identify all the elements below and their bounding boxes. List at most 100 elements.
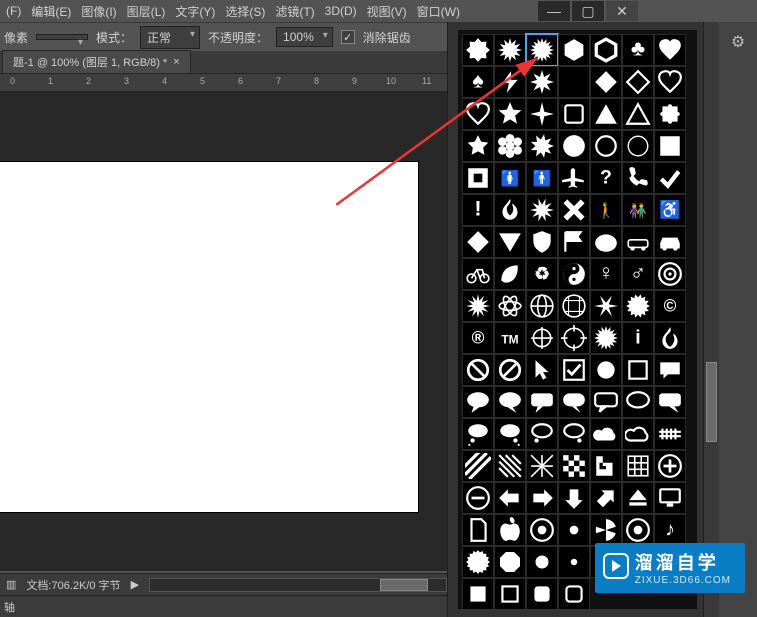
shape-moon[interactable] <box>558 66 590 98</box>
shape-car-o[interactable] <box>622 226 654 258</box>
menu-view[interactable]: 视图(V) <box>367 3 407 20</box>
shape-bubble3[interactable] <box>494 386 526 418</box>
shape-doc[interactable] <box>462 514 494 546</box>
shape-info-i[interactable]: i <box>622 322 654 354</box>
shape-heart-o[interactable] <box>654 66 686 98</box>
shape-circle-minus[interactable] <box>462 482 494 514</box>
shape-bubble7[interactable] <box>622 386 654 418</box>
shape-yinyang[interactable] <box>558 258 590 290</box>
panel-scrollbar[interactable] <box>703 22 719 617</box>
shape-blob2[interactable] <box>590 226 622 258</box>
shape-oct[interactable] <box>494 546 526 578</box>
shape-splash[interactable] <box>526 194 558 226</box>
shape-badge[interactable] <box>622 290 654 322</box>
menu-3d[interactable]: 3D(D) <box>325 4 357 18</box>
document-tab[interactable]: 题-1 @ 100% (图层 1, RGB/8) * × <box>2 50 191 73</box>
shape-arrow-r[interactable] <box>526 482 558 514</box>
shape-bubble[interactable] <box>654 354 686 386</box>
shape-diamond[interactable] <box>590 66 622 98</box>
shape-asterisk[interactable] <box>590 290 622 322</box>
shape-radio[interactable] <box>622 514 654 546</box>
shape-heart-line[interactable] <box>462 98 494 130</box>
document-tab-close-icon[interactable]: × <box>173 56 179 68</box>
shape-sun3[interactable] <box>590 322 622 354</box>
horizontal-scrollbar[interactable] <box>149 578 447 592</box>
shape-spade[interactable]: ♠ <box>462 66 494 98</box>
shape-blob[interactable] <box>462 34 494 66</box>
shape-cloud2[interactable] <box>622 418 654 450</box>
minimize-button[interactable]: — <box>537 0 571 22</box>
shape-circle-o[interactable] <box>590 130 622 162</box>
shape-sparkle[interactable] <box>526 98 558 130</box>
shape-grid-o[interactable] <box>558 290 590 322</box>
shape-target2[interactable] <box>526 514 558 546</box>
shape-rail[interactable] <box>654 418 686 450</box>
shape-cloud[interactable] <box>590 418 622 450</box>
shape-flame[interactable] <box>494 194 526 226</box>
menu-filter[interactable]: 滤镜(T) <box>275 3 314 20</box>
shape-dot[interactable] <box>558 514 590 546</box>
play-icon[interactable]: ▶ <box>131 578 139 591</box>
shape-checkbox[interactable] <box>558 354 590 386</box>
shape-plane[interactable] <box>558 162 590 194</box>
shape-xmark[interactable] <box>558 194 590 226</box>
shape-star5[interactable] <box>494 98 526 130</box>
shape-pc[interactable] <box>654 482 686 514</box>
scrollbar-thumb[interactable] <box>706 362 717 442</box>
shape-think4[interactable] <box>558 418 590 450</box>
shape-no2[interactable] <box>494 354 526 386</box>
shape-hexring[interactable] <box>590 34 622 66</box>
shape-cursor[interactable] <box>526 354 558 386</box>
shape-circle-thin[interactable] <box>622 130 654 162</box>
shape-bubble2[interactable] <box>462 386 494 418</box>
scrollbar-thumb[interactable] <box>380 579 428 591</box>
shape-triangle-o[interactable] <box>622 98 654 130</box>
shape-crosshair2[interactable] <box>558 322 590 354</box>
shape-copyright[interactable]: © <box>654 290 686 322</box>
shape-sq[interactable] <box>462 578 494 609</box>
menu-file[interactable]: (F) <box>6 4 21 18</box>
shape-eject[interactable] <box>622 482 654 514</box>
shape-walk[interactable]: 🚶 <box>590 194 622 226</box>
shape-check[interactable] <box>654 162 686 194</box>
shape-think1[interactable] <box>462 418 494 450</box>
shape-exclaim[interactable]: ! <box>462 194 494 226</box>
mode-select[interactable]: 正常 <box>140 26 200 49</box>
shape-square-o[interactable] <box>558 98 590 130</box>
maximize-button[interactable]: ▢ <box>571 0 605 22</box>
shape-stripes[interactable] <box>462 450 494 482</box>
shape-male[interactable]: ♂ <box>622 258 654 290</box>
shape-dot3[interactable] <box>558 546 590 578</box>
shape-bike[interactable] <box>462 258 494 290</box>
shape-grid9[interactable] <box>622 450 654 482</box>
shape-dot2[interactable] <box>526 546 558 578</box>
shape-female[interactable]: ♀ <box>590 258 622 290</box>
shape-crosshair[interactable] <box>526 322 558 354</box>
menu-image[interactable]: 图像(I) <box>81 3 116 20</box>
shape-bubble4[interactable] <box>526 386 558 418</box>
shape-no[interactable] <box>462 354 494 386</box>
shape-bubble5[interactable] <box>558 386 590 418</box>
antialias-checkbox[interactable]: ✓ <box>341 30 355 44</box>
menu-layer[interactable]: 图层(L) <box>127 3 166 20</box>
shape-fire[interactable] <box>654 322 686 354</box>
shape-people[interactable]: 👫 <box>622 194 654 226</box>
opacity-select[interactable]: 100% <box>276 27 333 47</box>
shape-leaf[interactable] <box>494 258 526 290</box>
shape-checker[interactable] <box>558 450 590 482</box>
shape-question[interactable]: ? <box>590 162 622 194</box>
unit-select[interactable] <box>36 34 88 40</box>
shape-think2[interactable] <box>494 418 526 450</box>
shape-puzzle[interactable] <box>654 98 686 130</box>
shape-hexagon[interactable] <box>558 34 590 66</box>
shape-sq4[interactable] <box>558 578 590 609</box>
shape-square[interactable] <box>654 130 686 162</box>
close-button[interactable]: ✕ <box>605 0 639 22</box>
shape-tm[interactable]: TM <box>494 322 526 354</box>
shape-man[interactable]: 🚹 <box>526 162 558 194</box>
shape-shield[interactable] <box>526 226 558 258</box>
shape-globe[interactable] <box>526 290 558 322</box>
menu-select[interactable]: 选择(S) <box>225 3 265 20</box>
menu-window[interactable]: 窗口(W) <box>417 3 460 20</box>
shape-flower6[interactable] <box>494 130 526 162</box>
